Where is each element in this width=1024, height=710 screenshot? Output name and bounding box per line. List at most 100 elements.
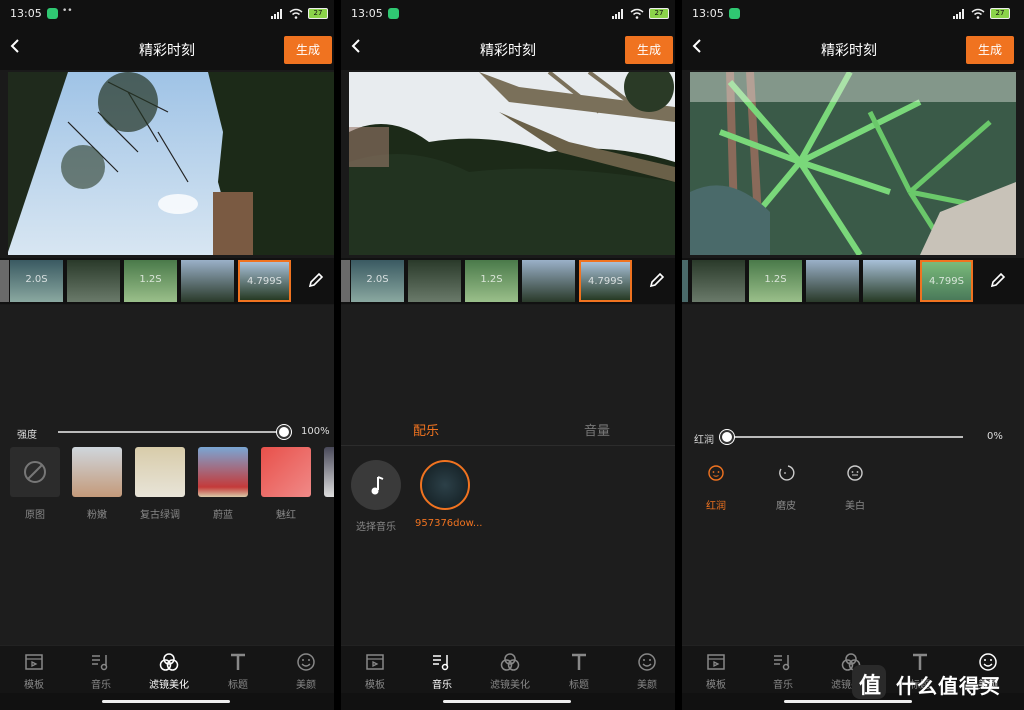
title-icon bbox=[227, 652, 249, 672]
music-icon bbox=[772, 652, 794, 672]
generate-button[interactable]: 生成 bbox=[284, 36, 332, 64]
filter-preview-image bbox=[72, 447, 122, 497]
beauty-icon bbox=[295, 652, 317, 672]
filter-list: 原图 粉嫩 复古绿调 蔚蓝 魅红 bbox=[10, 447, 334, 527]
nav-template[interactable]: 模板 bbox=[342, 652, 408, 691]
beauty-option-smooth[interactable]: 磨皮 bbox=[766, 463, 806, 512]
music-track-item[interactable]: 957376dow... bbox=[415, 460, 482, 529]
clip-thumbnail[interactable] bbox=[341, 260, 350, 302]
clip-thumbnail[interactable] bbox=[863, 260, 916, 302]
status-bar: 13:05 27 bbox=[341, 0, 675, 28]
intensity-slider-knob[interactable] bbox=[277, 425, 291, 439]
nav-beauty[interactable]: 美颜 bbox=[273, 652, 334, 691]
status-time: 13:05 bbox=[10, 7, 42, 20]
bottom-nav: 模板 音乐 滤镜美化 标题 美颜 bbox=[0, 645, 334, 693]
clip-thumbnail[interactable] bbox=[0, 260, 9, 302]
nav-template[interactable]: 模板 bbox=[1, 652, 67, 691]
panel-music: 13:05 27 精彩时刻 生成 2.0S 1.2S 4.799S 配乐 音量 … bbox=[341, 0, 675, 710]
filter-item-original[interactable]: 原图 bbox=[10, 447, 60, 521]
tab-soundtrack[interactable]: 配乐 bbox=[413, 420, 439, 439]
app-notification-icon bbox=[388, 8, 399, 19]
clip-thumbnail[interactable]: 1.2S bbox=[465, 260, 518, 302]
tab-volume[interactable]: 音量 bbox=[584, 420, 610, 439]
no-filter-icon bbox=[10, 447, 60, 497]
signal-icon bbox=[271, 9, 283, 19]
status-bar: 13:05 •• 27 bbox=[0, 0, 334, 28]
watermark: 值 什么值得买 bbox=[846, 662, 1022, 702]
nav-title[interactable]: 标题 bbox=[546, 652, 612, 691]
clip-thumbnail-selected[interactable]: 4.799S bbox=[579, 260, 632, 302]
template-icon bbox=[705, 652, 727, 672]
nav-filter[interactable]: 滤镜美化 bbox=[136, 652, 202, 691]
video-preview[interactable] bbox=[349, 72, 675, 255]
blush-slider-knob[interactable] bbox=[720, 430, 734, 444]
clip-thumbnail[interactable] bbox=[67, 260, 120, 302]
smzdm-logo: 值 bbox=[852, 665, 886, 699]
nav-template[interactable]: 模板 bbox=[683, 652, 749, 691]
clip-timeline[interactable]: 1.2S 4.799S bbox=[682, 258, 1024, 304]
filter-item-pink[interactable]: 粉嫩 bbox=[72, 447, 122, 521]
nav-music[interactable]: 音乐 bbox=[68, 652, 134, 691]
wifi-icon bbox=[289, 8, 303, 22]
blush-slider[interactable] bbox=[727, 436, 963, 438]
clip-timeline[interactable]: 2.0S 1.2S 4.799S bbox=[0, 258, 334, 304]
clip-thumbnail[interactable]: 1.2S bbox=[749, 260, 802, 302]
beauty-option-blush[interactable]: 红润 bbox=[696, 463, 736, 512]
intensity-slider[interactable] bbox=[58, 431, 284, 433]
wifi-icon bbox=[630, 8, 644, 22]
battery-icon: 27 bbox=[649, 8, 669, 19]
music-panel: 配乐 音量 选择音乐 957376dow... bbox=[341, 305, 675, 645]
nav-title[interactable]: 标题 bbox=[205, 652, 271, 691]
beauty-panel: 红润 0% 红润 磨皮 美白 bbox=[682, 305, 1024, 645]
filter-item-partial[interactable] bbox=[324, 447, 334, 497]
nav-filter[interactable]: 滤镜美化 bbox=[477, 652, 543, 691]
music-icon bbox=[90, 652, 112, 672]
battery-icon: 27 bbox=[308, 8, 328, 19]
home-indicator[interactable] bbox=[0, 693, 334, 710]
filter-item-azure[interactable]: 蔚蓝 bbox=[198, 447, 248, 521]
music-icon bbox=[431, 652, 453, 672]
clip-thumbnail-selected[interactable]: 4.799S bbox=[920, 260, 973, 302]
clip-thumbnail[interactable]: 1.2S bbox=[124, 260, 177, 302]
clip-thumbnail[interactable] bbox=[806, 260, 859, 302]
template-icon bbox=[364, 652, 386, 672]
intensity-label: 强度 bbox=[17, 430, 37, 441]
signal-icon bbox=[612, 9, 624, 19]
generate-button[interactable]: 生成 bbox=[966, 36, 1014, 64]
video-preview[interactable] bbox=[8, 72, 334, 255]
clip-thumbnail[interactable] bbox=[408, 260, 461, 302]
edit-pencil-icon[interactable] bbox=[988, 270, 1008, 290]
video-preview[interactable] bbox=[690, 72, 1016, 255]
clip-thumbnail[interactable]: 2.0S bbox=[10, 260, 63, 302]
battery-icon: 27 bbox=[990, 8, 1010, 19]
nav-beauty[interactable]: 美颜 bbox=[614, 652, 675, 691]
edit-pencil-icon[interactable] bbox=[647, 270, 667, 290]
filter-panel: 强度 100% 原图 粉嫩 复古绿调 蔚蓝 魅红 bbox=[0, 305, 334, 645]
title-icon bbox=[568, 652, 590, 672]
clip-thumbnail[interactable]: 2.0S bbox=[351, 260, 404, 302]
clip-thumbnail-selected[interactable]: 4.799S bbox=[238, 260, 291, 302]
choose-music-button[interactable]: 选择音乐 bbox=[346, 460, 406, 533]
beauty-option-whiten[interactable]: 美白 bbox=[835, 463, 875, 512]
home-indicator[interactable] bbox=[341, 693, 675, 710]
status-time: 13:05 bbox=[351, 7, 383, 20]
filter-item-retro-green[interactable]: 复古绿调 bbox=[135, 447, 185, 521]
clip-thumbnail[interactable] bbox=[692, 260, 745, 302]
clip-thumbnail[interactable] bbox=[682, 260, 688, 302]
clip-thumbnail[interactable] bbox=[522, 260, 575, 302]
generate-button[interactable]: 生成 bbox=[625, 36, 673, 64]
clip-thumbnail[interactable] bbox=[181, 260, 234, 302]
header: 精彩时刻 生成 bbox=[0, 28, 334, 70]
nav-music[interactable]: 音乐 bbox=[750, 652, 816, 691]
filter-icon bbox=[158, 652, 180, 672]
track-cover bbox=[420, 460, 470, 510]
bottom-nav: 模板 音乐 滤镜美化 标题 美颜 bbox=[341, 645, 675, 693]
nav-music[interactable]: 音乐 bbox=[409, 652, 475, 691]
edit-pencil-icon[interactable] bbox=[306, 270, 326, 290]
panel-beauty: 13:05 27 精彩时刻 生成 1.2S 4.799S 红润 0% 红润 磨皮… bbox=[682, 0, 1024, 710]
wifi-icon bbox=[971, 8, 985, 22]
status-time: 13:05 bbox=[692, 7, 724, 20]
filter-item-charm-red[interactable]: 魅红 bbox=[261, 447, 311, 521]
clip-timeline[interactable]: 2.0S 1.2S 4.799S bbox=[341, 258, 675, 304]
filter-icon bbox=[499, 652, 521, 672]
